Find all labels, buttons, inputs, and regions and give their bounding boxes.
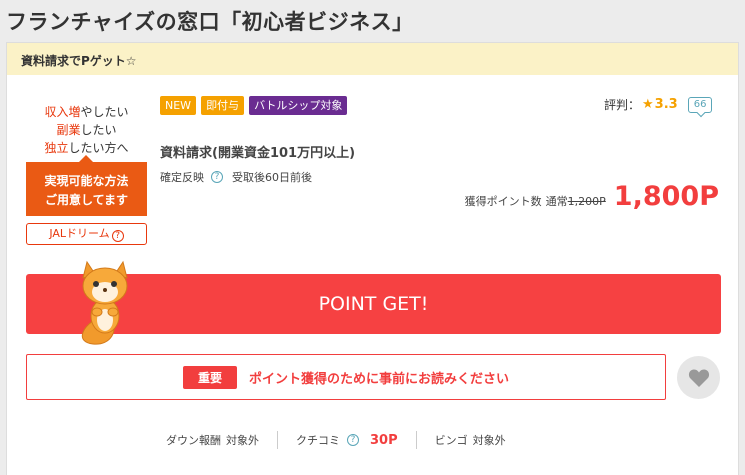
normal-points: 1,200P: [567, 195, 606, 208]
confirm-value: 受取後60日前後: [232, 171, 312, 184]
heart-icon: [688, 368, 709, 387]
ad-copy-text: やしたい: [80, 105, 129, 119]
important-badge: 重要: [182, 365, 237, 389]
favorite-button[interactable]: [677, 356, 720, 399]
points-label: 獲得ポイント数: [464, 195, 542, 208]
offer-card: 資料請求でPゲット☆ 収入増やしたい 副業したい 独立したい方へ 実現可能な方法…: [6, 42, 739, 475]
points-value: 1,800P: [613, 181, 719, 212]
points-row: 獲得ポイント数 通常 1,200P 1,800P: [465, 181, 719, 212]
ad-copy-text: したい: [80, 123, 117, 137]
help-icon[interactable]: ?: [347, 434, 359, 446]
review-label: クチコミ: [296, 434, 340, 447]
ad-copy-em: 副業: [56, 123, 81, 137]
advertiser-link-label: JALドリーム: [49, 227, 110, 240]
normal-label: 通常: [545, 195, 568, 208]
ad-copy-em: 収入増: [44, 105, 81, 119]
offer-title: 資料請求(開業資金101万円以上): [160, 146, 356, 161]
review-points: 30P: [370, 432, 398, 448]
rating: 評判： ★ 3.3 66: [604, 96, 713, 113]
notice-message: ポイント獲得のために事前にお読みください: [249, 371, 510, 387]
ad-cta-line: ご用意してます: [44, 193, 129, 207]
page-title: フランチャイズの窓口「初心者ビジネス」: [6, 10, 414, 34]
important-notice[interactable]: 重要 ポイント獲得のために事前にお読みください: [26, 354, 666, 400]
confirm-row: 確定反映 ? 受取後60日前後: [160, 169, 312, 185]
help-icon: ?: [111, 230, 124, 242]
ad-copy-text: したい方へ: [68, 141, 129, 155]
bingo-label: ビンゴ: [434, 434, 468, 447]
tag-battleship: バトルシップ対象: [249, 96, 348, 115]
confirm-label: 確定反映: [160, 171, 204, 184]
help-icon[interactable]: ?: [211, 171, 223, 183]
ad-copy-em: 独立: [44, 141, 69, 155]
advertiser-link[interactable]: JALドリーム?: [26, 223, 147, 245]
star-icon: ★: [642, 97, 654, 112]
divider: [415, 431, 417, 449]
ad-copy: 収入増やしたい 副業したい 独立したい方へ: [26, 98, 147, 157]
ad-thumbnail[interactable]: 収入増やしたい 副業したい 独立したい方へ 実現可能な方法 ご用意してます: [26, 98, 147, 216]
tag-new: NEW: [160, 96, 197, 115]
rating-label: 評判：: [604, 98, 641, 112]
divider: [277, 431, 278, 449]
ad-cta-box: 実現可能な方法 ご用意してます: [26, 155, 147, 216]
down-reward-value: 対象外: [226, 434, 259, 447]
down-reward-label: ダウン報酬: [166, 434, 221, 447]
rating-score: 3.3: [654, 97, 678, 112]
ad-cta-line: 実現可能な方法: [44, 174, 129, 188]
squirrel-mascot-icon: [81, 260, 128, 345]
review-count-badge[interactable]: 66: [687, 96, 713, 113]
bingo-value: 対象外: [472, 434, 506, 447]
footer-info: ダウン報酬 対象外 クチコミ ? 30P ビンゴ 対象外: [166, 431, 506, 449]
promo-banner: 資料請求でPゲット☆: [7, 43, 738, 75]
tag-list: NEW 即付与 バトルシップ対象: [160, 96, 348, 115]
tag-instant: 即付与: [201, 96, 245, 115]
